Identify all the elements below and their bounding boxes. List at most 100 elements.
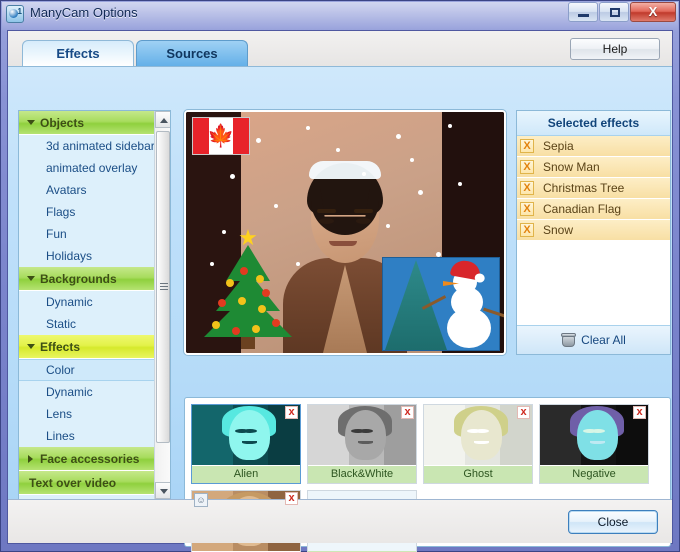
tree-ornament xyxy=(256,275,264,283)
manycam-logo-icon: 1 xyxy=(6,5,24,23)
sidebar-item-flags[interactable]: Flags xyxy=(19,201,156,223)
sidebar-scrollbar[interactable] xyxy=(154,111,170,499)
effect-label: Ghost xyxy=(424,465,532,483)
selected-effect-row[interactable]: X Christmas Tree xyxy=(517,178,670,199)
sidebar-item-dynamic-fx[interactable]: Dynamic xyxy=(19,381,156,403)
maximize-button[interactable] xyxy=(599,2,629,22)
close-window-button[interactable]: X xyxy=(630,2,676,22)
sidebar-item-lens[interactable]: Lens xyxy=(19,403,156,425)
tree-ornament xyxy=(232,327,240,335)
snowman-pine-trees xyxy=(385,260,447,350)
window-title: ManyCam Options xyxy=(30,5,138,20)
remove-effect-icon[interactable]: X xyxy=(520,223,534,237)
scrollbar-thumb[interactable] xyxy=(156,131,170,443)
category-tree: Objects 3d animated sidebar animated ove… xyxy=(18,110,171,500)
snow-particle xyxy=(210,262,214,266)
sidebar-item-fun[interactable]: Fun xyxy=(19,223,156,245)
tab-sources[interactable]: Sources xyxy=(136,40,248,66)
manycam-options-window: 1 ManyCam Options X Effects Sources Help… xyxy=(0,0,680,552)
sidebar-item-color[interactable]: Color xyxy=(19,359,156,381)
tree-trunk xyxy=(241,337,255,349)
effect-thumbnail xyxy=(308,405,416,465)
clear-all-label: Clear All xyxy=(581,333,626,347)
canadian-flag-overlay: 🍁 xyxy=(192,117,250,155)
arrow-up-icon xyxy=(160,118,168,123)
sidebar-item-holidays[interactable]: Holidays xyxy=(19,245,156,267)
remove-icon[interactable]: x xyxy=(285,492,298,505)
tree-ornament xyxy=(218,299,226,307)
tree-ornament xyxy=(240,267,248,275)
tree-ornament xyxy=(226,279,234,287)
remove-effect-icon[interactable]: X xyxy=(520,181,534,195)
maximize-icon xyxy=(610,8,620,17)
sidebar-item-avatars[interactable]: Avatars xyxy=(19,179,156,201)
scroll-down-button[interactable] xyxy=(155,482,170,499)
effect-tile-ghost[interactable]: x Ghost xyxy=(423,404,533,484)
minimize-icon xyxy=(578,14,589,17)
selected-effects-panel: Selected effects X Sepia X Snow Man X Ch… xyxy=(516,110,671,355)
minimize-button[interactable] xyxy=(568,2,598,22)
tree-ornament xyxy=(272,319,280,327)
sidebar-item-dynamic-bg[interactable]: Dynamic xyxy=(19,291,156,313)
selected-effect-label: Canadian Flag xyxy=(543,202,622,216)
selected-effects-header: Selected effects xyxy=(517,111,670,136)
video-preview[interactable]: 🍁 ★ xyxy=(184,110,506,355)
selected-effect-row[interactable]: X Snow xyxy=(517,220,670,241)
selected-effect-row[interactable]: X Canadian Flag xyxy=(517,199,670,220)
effect-thumbnail xyxy=(540,405,648,465)
sidebar-group-face-accessories[interactable]: Face accessories xyxy=(19,447,156,471)
sidebar-group-label: Face accessories xyxy=(40,452,140,466)
snow-particle xyxy=(436,252,441,257)
snow-particle xyxy=(296,262,300,266)
sidebar-group-label: Text over video xyxy=(29,476,117,490)
tree-ornament xyxy=(262,289,270,297)
sidebar-group-label: Effects xyxy=(40,340,81,354)
remove-icon[interactable]: x xyxy=(517,406,530,419)
remove-icon[interactable]: x xyxy=(401,406,414,419)
help-button[interactable]: Help xyxy=(570,38,660,60)
selected-effect-row[interactable]: X Snow Man xyxy=(517,157,670,178)
sidebar-item-static-bg[interactable]: Static xyxy=(19,313,156,335)
scroll-up-button[interactable] xyxy=(155,111,170,128)
tree-ornament xyxy=(258,305,266,313)
title-bar: 1 ManyCam Options X xyxy=(0,0,680,30)
remove-effect-icon[interactable]: X xyxy=(520,160,534,174)
snow-particle xyxy=(306,126,310,130)
sidebar-item-lines[interactable]: Lines xyxy=(19,425,156,447)
chevron-down-icon xyxy=(27,344,35,349)
sidebar-item-animated-overlay[interactable]: animated overlay xyxy=(19,157,156,179)
effect-tile-black-and-white[interactable]: x Black&White xyxy=(307,404,417,484)
effect-tile-negative[interactable]: x Negative xyxy=(539,404,649,484)
remove-icon[interactable]: x xyxy=(285,406,298,419)
sidebar-group-effects[interactable]: Effects xyxy=(19,335,156,359)
snow-particle xyxy=(418,190,423,195)
trash-icon xyxy=(561,332,577,348)
close-button[interactable]: Close xyxy=(568,510,658,534)
sidebar-group-backgrounds[interactable]: Backgrounds xyxy=(19,267,156,291)
close-icon: X xyxy=(648,4,658,19)
snow-particle xyxy=(274,204,278,208)
dialog-footer: Close xyxy=(8,499,672,543)
effect-label: Negative xyxy=(540,465,648,483)
remove-effect-icon[interactable]: X xyxy=(520,139,534,153)
snow-particle xyxy=(458,182,462,186)
maple-leaf-icon: 🍁 xyxy=(207,123,235,148)
person-eyebrow-left xyxy=(317,209,336,213)
remove-effect-icon[interactable]: X xyxy=(520,202,534,216)
sidebar-item-3d-animated-sidebar[interactable]: 3d animated sidebar xyxy=(19,135,156,157)
tab-effects[interactable]: Effects xyxy=(22,40,134,66)
snow-particle xyxy=(362,172,366,176)
remove-icon[interactable]: x xyxy=(633,406,646,419)
effect-label: Alien xyxy=(192,465,300,483)
clear-all-button[interactable]: Clear All xyxy=(517,325,670,354)
tree-ornament xyxy=(252,325,260,333)
snow-particle xyxy=(222,230,226,234)
chevron-down-icon xyxy=(27,276,35,281)
selected-effect-row[interactable]: X Sepia xyxy=(517,136,670,157)
effect-tile-alien[interactable]: x Alien xyxy=(191,404,301,484)
sidebar-group-objects[interactable]: Objects xyxy=(19,111,156,135)
snow-particle xyxy=(410,158,414,162)
sidebar-group-text-over-video[interactable]: Text over video xyxy=(19,471,156,495)
effects-panel-body: Objects 3d animated sidebar animated ove… xyxy=(8,66,672,552)
selected-effects-list: X Sepia X Snow Man X Christmas Tree X Ca… xyxy=(517,136,670,325)
